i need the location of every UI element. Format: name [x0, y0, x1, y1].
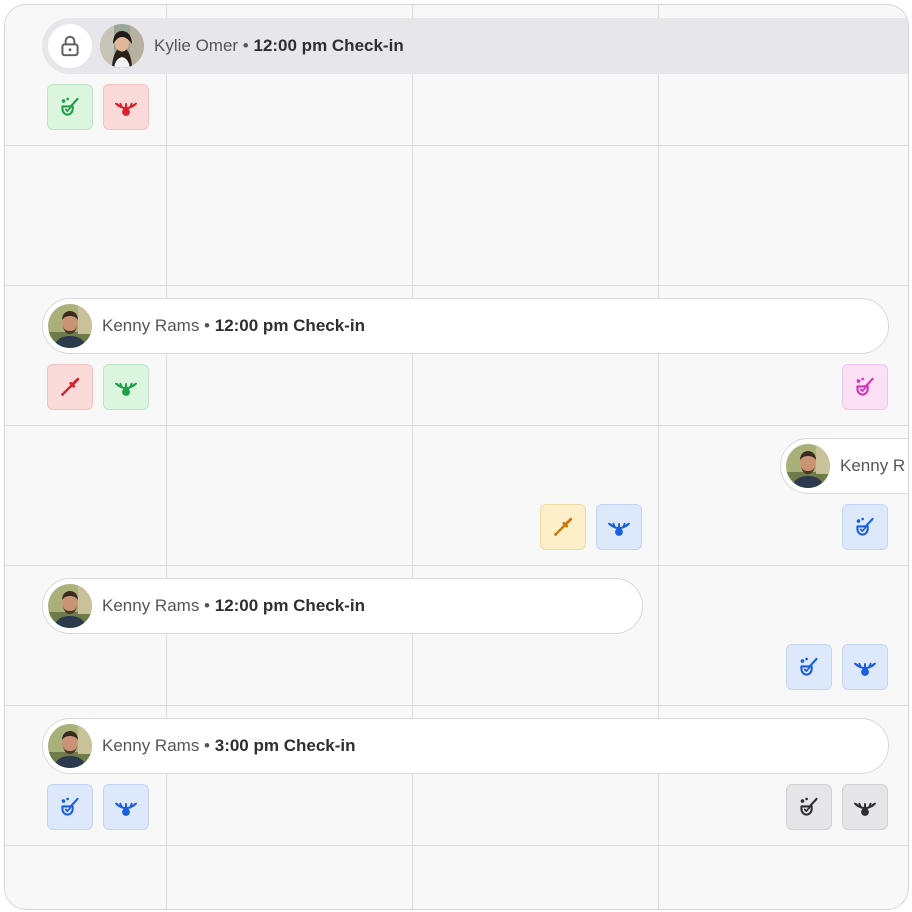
- grid-row-divider: [5, 285, 908, 286]
- cleaning-icon: [852, 374, 878, 400]
- guest-name: Kenny Rams: [102, 736, 200, 755]
- grid-row-divider: [5, 705, 908, 706]
- cleaning-badge[interactable]: [786, 784, 832, 830]
- cleaning-icon: [796, 794, 822, 820]
- eye-badge[interactable]: [842, 784, 888, 830]
- guest-name: Kylie Omer: [154, 36, 239, 55]
- cleaning-icon: [57, 794, 83, 820]
- booking-pill[interactable]: Kylie Omer • 12:00 pm Check-in: [42, 18, 908, 74]
- eye-icon: [113, 374, 139, 400]
- dropper-badge[interactable]: [47, 364, 93, 410]
- grid-row-divider: [5, 145, 908, 146]
- booking-label: Kenny R: [840, 456, 905, 476]
- grid-row-divider: [5, 845, 908, 846]
- avatar: [48, 304, 92, 348]
- eye-icon: [113, 94, 139, 120]
- cleaning-icon: [796, 654, 822, 680]
- avatar: [48, 724, 92, 768]
- booking-label: Kylie Omer • 12:00 pm Check-in: [154, 36, 404, 56]
- booking-label: Kenny Rams • 12:00 pm Check-in: [102, 596, 365, 616]
- eye-icon: [606, 514, 632, 540]
- dropper-icon: [57, 374, 83, 400]
- booking-pill[interactable]: Kenny Rams • 3:00 pm Check-in: [42, 718, 889, 774]
- dropper-icon: [550, 514, 576, 540]
- guest-name: Kenny R: [840, 456, 906, 475]
- eye-icon: [852, 654, 878, 680]
- lock-icon: [48, 24, 92, 68]
- avatar: [48, 584, 92, 628]
- schedule-grid: Kylie Omer • 12:00 pm Check-in Kenny Ram…: [4, 4, 909, 910]
- guest-name: Kenny Rams: [102, 596, 200, 615]
- eye-badge[interactable]: [103, 364, 149, 410]
- separator: •: [238, 36, 254, 55]
- check-in-time: 12:00 pm Check-in: [214, 596, 365, 615]
- booking-label: Kenny Rams • 3:00 pm Check-in: [102, 736, 356, 756]
- separator: •: [199, 736, 215, 755]
- check-in-time: 12:00 pm Check-in: [214, 316, 365, 335]
- eye-badge[interactable]: [596, 504, 642, 550]
- eye-badge[interactable]: [842, 644, 888, 690]
- avatar: [100, 24, 144, 68]
- booking-label: Kenny Rams • 12:00 pm Check-in: [102, 316, 365, 336]
- eye-icon: [852, 794, 878, 820]
- eye-badge[interactable]: [103, 784, 149, 830]
- cleaning-icon: [57, 94, 83, 120]
- cleaning-badge[interactable]: [842, 364, 888, 410]
- eye-icon: [113, 794, 139, 820]
- dropper-badge[interactable]: [540, 504, 586, 550]
- cleaning-icon: [852, 514, 878, 540]
- separator: •: [199, 596, 215, 615]
- eye-badge[interactable]: [103, 84, 149, 130]
- grid-row-divider: [5, 425, 908, 426]
- separator: •: [199, 316, 215, 335]
- check-in-time: 3:00 pm Check-in: [214, 736, 356, 755]
- cleaning-badge[interactable]: [842, 504, 888, 550]
- booking-pill[interactable]: Kenny R: [780, 438, 908, 494]
- cleaning-badge[interactable]: [47, 84, 93, 130]
- avatar: [786, 444, 830, 488]
- check-in-time: 12:00 pm Check-in: [253, 36, 404, 55]
- guest-name: Kenny Rams: [102, 316, 200, 335]
- grid-row-divider: [5, 565, 908, 566]
- cleaning-badge[interactable]: [786, 644, 832, 690]
- booking-pill[interactable]: Kenny Rams • 12:00 pm Check-in: [42, 298, 889, 354]
- booking-pill[interactable]: Kenny Rams • 12:00 pm Check-in: [42, 578, 643, 634]
- cleaning-badge[interactable]: [47, 784, 93, 830]
